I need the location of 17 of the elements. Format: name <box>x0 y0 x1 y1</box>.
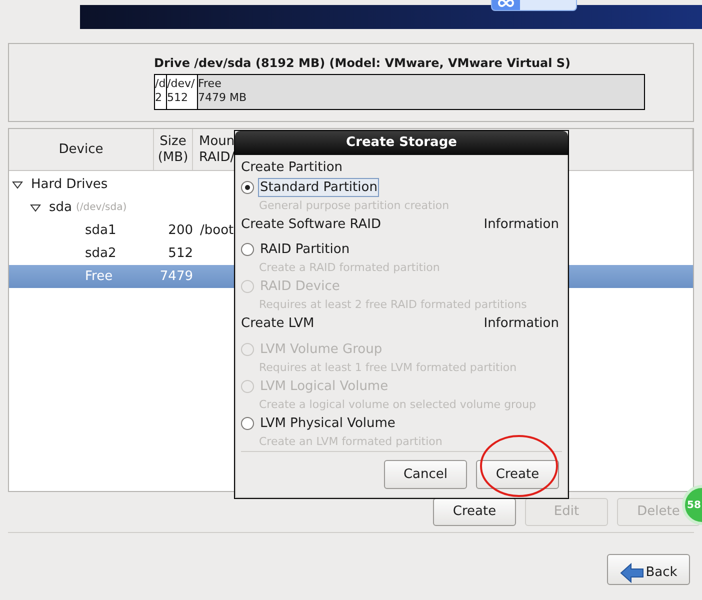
section-heading: Create LVM <box>241 315 314 333</box>
mount-point: /boot <box>199 222 234 240</box>
device-name: Free <box>85 268 113 286</box>
drive-title: Drive /dev/sda (8192 MB) (Model: VMware, VMware Virtual S) <box>154 55 572 72</box>
device-name: sda2 <box>85 244 116 263</box>
device-name: Hard Drives <box>31 176 108 194</box>
device-name: sda1 <box>85 222 116 240</box>
section-heading: Create Partition <box>241 159 343 177</box>
size-value: 512 <box>167 244 193 263</box>
size-value: 200 <box>167 222 193 240</box>
dialog-title: Create Storage <box>235 131 568 155</box>
information-label: Information <box>484 216 559 234</box>
device-name: sda <box>49 198 72 217</box>
information-label: Information <box>484 315 559 333</box>
section-heading: Create Software RAID <box>241 216 382 234</box>
device-path: (/dev/sda) <box>76 201 127 215</box>
size-value: 7479 <box>158 268 193 286</box>
